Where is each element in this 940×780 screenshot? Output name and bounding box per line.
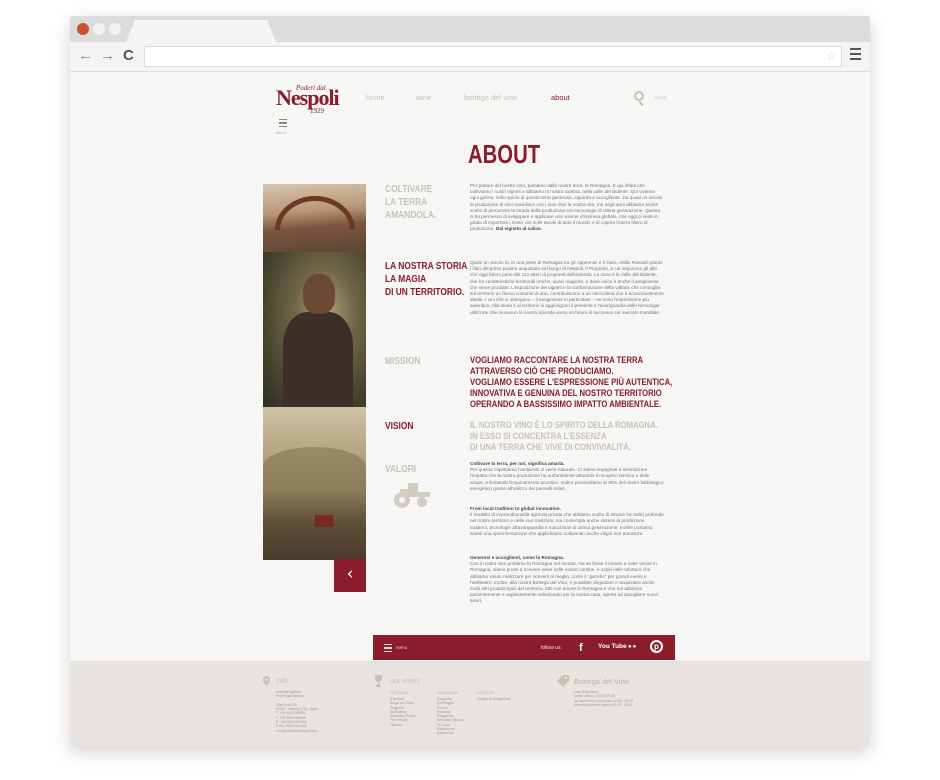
menu-label[interactable]: menu	[276, 130, 286, 135]
browser-titlebar	[70, 16, 870, 42]
winery-photo	[263, 184, 366, 252]
web-page: Poderi dal Nespoli 1929 home wine botteg…	[70, 73, 870, 746]
location-pin-icon	[263, 676, 270, 686]
section-label-vision: VISION	[385, 420, 414, 432]
winemaker-photo	[263, 252, 366, 407]
vineyard-hills-photo	[263, 407, 366, 560]
previous-button[interactable]: ‹	[334, 559, 366, 592]
pinterest-icon[interactable]: p	[650, 640, 663, 653]
section-label-valori: VALORI	[385, 463, 417, 475]
bar-menu-icon[interactable]	[384, 644, 392, 654]
footer-red-wines-list[interactable]: Il Nespoli Borgo dei Guidi Prugneto Sant…	[390, 697, 416, 727]
youtube-icon[interactable]: You Tube	[598, 643, 627, 650]
nav-item-about[interactable]: about	[551, 93, 570, 102]
follow-us-label: follow us:	[541, 645, 562, 651]
browser-window: ← → C ☆ Poderi dal Nespoli 1929 home win…	[70, 16, 870, 746]
footer-bottega-text: orari di apertura lunedì chiuso | 15:00/…	[574, 690, 633, 707]
section-label-storia: LA NOSTRA STORIA LA MAGIA DI UN TERRITOR…	[385, 260, 468, 298]
coltivare-bold: Dal vigneto al calice.	[495, 226, 542, 232]
close-window-button[interactable]	[77, 23, 89, 35]
tractor-icon	[394, 483, 430, 508]
tag-icon	[557, 675, 569, 687]
section-text-coltivare: Per parlare del nostro vino, partiamo da…	[470, 183, 664, 233]
hamburger-menu-icon[interactable]	[279, 119, 287, 129]
footer-white-wines-list[interactable]: Gingheria Da Rioggio Cortino Romaldo Pog…	[437, 697, 463, 736]
footer-white-wines-head: VINI BIANCHI	[437, 691, 459, 695]
bar-menu-label[interactable]: menu	[396, 645, 407, 650]
browser-tab[interactable]	[126, 20, 276, 42]
footer-red-wines-head: VINI ROSSI	[390, 691, 409, 695]
logo-top-text: Poderi dal	[296, 84, 326, 92]
bottom-bar: menu follow us: f You Tube ●● p	[373, 635, 675, 660]
section-label-coltivare: COLTIVARE LA TERRA AMANDOLA.	[385, 183, 437, 221]
mission-statement: VOGLIAMO RACCONTARE LA NOSTRA TERRA ATTR…	[470, 354, 673, 409]
valori-block-3: Generosi e accoglienti, come la Romagna.…	[470, 555, 664, 605]
nav-item-bottega[interactable]: bottega del vino	[464, 93, 517, 102]
forward-arrow-icon[interactable]: →	[100, 47, 115, 64]
coltivare-paragraph: Per parlare del nostro vino, partiamo da…	[470, 183, 663, 232]
bookmark-star-icon[interactable]: ☆	[826, 49, 837, 63]
valori-title-2: From local tradition to global innovatio…	[470, 506, 561, 511]
valori-text-2: Il modello di imprenditorialità agricola…	[470, 512, 664, 536]
search-icon[interactable]	[634, 91, 644, 101]
vision-statement: IL NOSTRO VINO È LO SPIRITO DELLA ROMAGN…	[470, 419, 658, 452]
reload-icon[interactable]: C	[123, 47, 134, 64]
page-title: ABOUT	[468, 139, 541, 169]
wine-glass-icon	[375, 675, 382, 687]
valori-block-2: From local tradition to global innovatio…	[470, 506, 664, 537]
address-bar[interactable]: ☆	[144, 46, 842, 67]
browser-menu-icon[interactable]	[850, 48, 861, 63]
nav-item-wine[interactable]: wine	[416, 93, 431, 102]
maximize-window-button[interactable]	[109, 23, 121, 35]
valori-title-3: Generosi e accoglienti, come la Romagna.	[470, 555, 565, 560]
logo-year-text: 1929	[310, 107, 324, 115]
search-input[interactable]: cerca	[655, 95, 666, 100]
facebook-icon[interactable]: f	[579, 642, 583, 654]
footer-wines-title: our wines	[390, 678, 420, 685]
flickr-icon[interactable]: ●●	[628, 644, 637, 650]
valori-block-1: Coltivare la terra, per noi, significa a…	[470, 461, 664, 492]
footer-bottega-title: Bottega del Vino	[574, 677, 629, 686]
valori-text-3: Con il nostro vino portiamo la Romagna n…	[470, 561, 658, 604]
site-footer: info Azienda Agricola Poderi dal Nespoli…	[70, 661, 870, 746]
valori-text-1: Per questo rispettiamo l'ambiente ci vie…	[470, 467, 664, 491]
site-logo[interactable]: Poderi dal Nespoli 1929	[276, 84, 340, 115]
back-arrow-icon[interactable]: ←	[78, 47, 93, 64]
section-label-mission: MISSION	[385, 355, 421, 367]
valori-title-1: Coltivare la terra, per noi, significa a…	[470, 461, 565, 466]
footer-distillati-head: DISTILLATI	[477, 691, 495, 695]
footer-distillati-list[interactable]: Grappa di Sangiovese	[477, 697, 511, 701]
footer-info-title: info	[276, 678, 288, 685]
footer-info-text: Azienda Agricola Poderi dal Nespoli Vill…	[276, 690, 318, 733]
section-text-storia: Quasi un secolo fa, in una parte di Roma…	[470, 260, 664, 315]
minimize-window-button[interactable]	[93, 23, 105, 35]
nav-item-home[interactable]: home	[366, 93, 385, 102]
browser-toolbar: ← → C ☆	[70, 42, 870, 72]
